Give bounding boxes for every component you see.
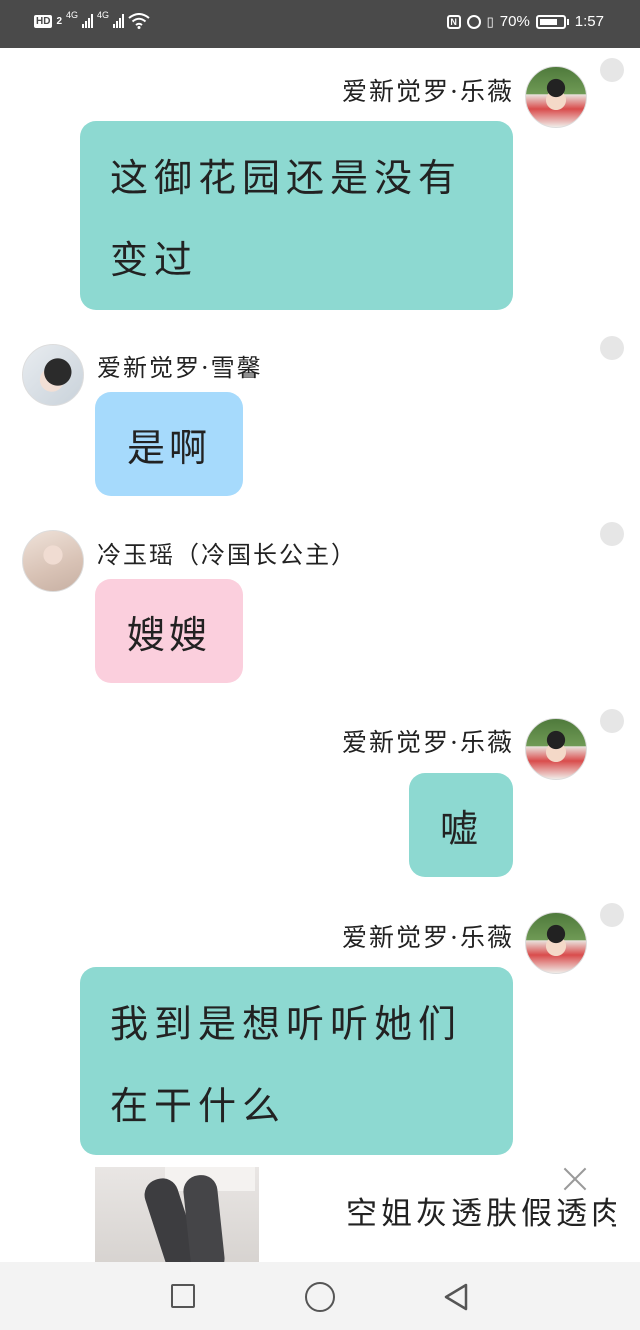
- sender-name: 爱新觉罗·乐薇: [342, 923, 514, 952]
- ad-title[interactable]: 空姐灰透肤假透肉: [346, 1188, 616, 1233]
- sender-name: 爱新觉罗·乐薇: [342, 728, 514, 757]
- recent-apps-button[interactable]: [171, 1284, 195, 1308]
- sender-name: 爱新觉罗·乐薇: [342, 77, 514, 106]
- status-left: HD 2 4G 4G: [34, 10, 150, 29]
- message-menu-dot[interactable]: [600, 522, 624, 546]
- clock-time: 1:57: [574, 13, 604, 30]
- message-bubble[interactable]: 是啊: [95, 392, 243, 496]
- message-menu-dot[interactable]: [600, 58, 624, 82]
- message-text: 嘘: [439, 806, 482, 851]
- message-menu-dot[interactable]: [600, 903, 624, 927]
- message-bubble[interactable]: 我到是想听听她们 在干什么: [80, 967, 513, 1155]
- navigation-bar: [0, 1262, 640, 1330]
- battery-percent: 70%: [499, 13, 530, 30]
- alarm-icon: [466, 14, 481, 29]
- message-text-line: 这御花园还是没有: [110, 156, 463, 200]
- network-type-1: 4G: [66, 10, 79, 20]
- message-text: 是啊: [126, 425, 211, 470]
- avatar[interactable]: [22, 344, 84, 406]
- status-bar: HD 2 4G 4G N ▯ 70% 1:57: [0, 0, 640, 48]
- message-bubble[interactable]: 嘘: [409, 773, 513, 877]
- message-bubble[interactable]: 嫂嫂: [95, 579, 243, 683]
- battery-icon: [535, 14, 566, 29]
- sender-name: 冷玉瑶（冷国长公主）: [97, 541, 357, 569]
- wifi-icon: [128, 13, 150, 29]
- close-icon[interactable]: [562, 1166, 588, 1192]
- avatar[interactable]: [525, 66, 587, 128]
- network-type-2: 4G: [97, 10, 110, 20]
- avatar[interactable]: [525, 912, 587, 974]
- hd-badge: HD: [34, 14, 53, 28]
- signal-bars-icon-2: [113, 14, 125, 28]
- vibrate-icon: ▯: [486, 13, 494, 29]
- message-menu-dot[interactable]: [600, 336, 624, 360]
- message-text-line: 我到是想听听她们: [110, 1002, 463, 1046]
- nfc-icon: N: [446, 14, 461, 29]
- avatar[interactable]: [22, 530, 84, 592]
- sender-name: 爱新觉罗·雪馨: [97, 354, 263, 382]
- ad-image[interactable]: [95, 1167, 259, 1263]
- message-menu-dot[interactable]: [600, 709, 624, 733]
- home-button[interactable]: [305, 1282, 335, 1312]
- avatar[interactable]: [525, 718, 587, 780]
- battery-tip: [566, 18, 569, 25]
- message-text-line: 在干什么: [110, 1084, 287, 1128]
- message-text-line: 变过: [110, 238, 199, 282]
- sim-number: 2: [56, 15, 63, 27]
- status-right: N ▯ 70% 1:57: [446, 13, 604, 30]
- back-button[interactable]: [442, 1282, 470, 1312]
- signal-bars-icon: [82, 14, 94, 28]
- message-text: 嫂嫂: [126, 612, 211, 657]
- message-bubble[interactable]: 这御花园还是没有 变过: [80, 121, 513, 310]
